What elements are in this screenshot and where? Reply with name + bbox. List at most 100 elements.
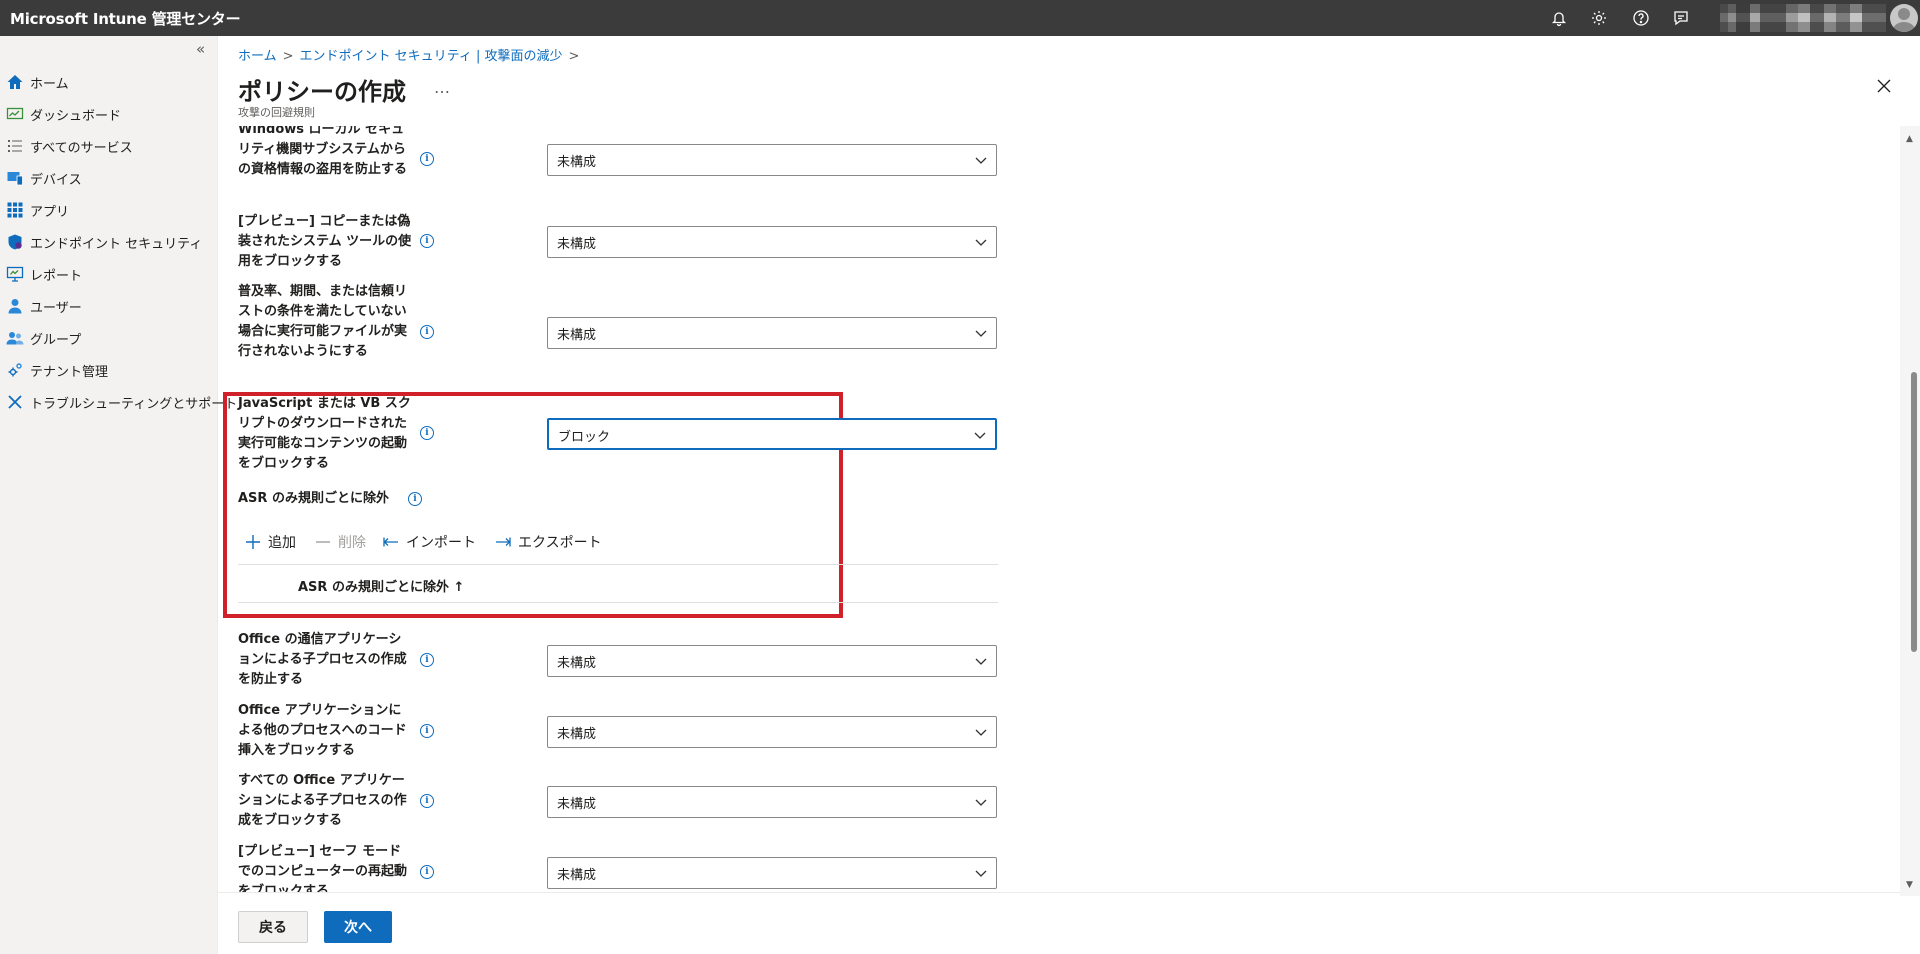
setting-dropdown[interactable]: 未構成 <box>547 786 997 818</box>
sidebar-item-label: ダッシュボード <box>30 108 122 124</box>
table-divider <box>238 564 998 565</box>
setting-dropdown[interactable]: 未構成 <box>547 226 997 258</box>
sidebar-item-label: レポート <box>30 268 83 284</box>
sidebar-item-label: エンドポイント セキュリティ <box>30 236 203 252</box>
gear-icon[interactable] <box>1588 7 1610 29</box>
plus-icon <box>244 533 262 551</box>
user-icon <box>6 297 24 315</box>
add-button[interactable]: 追加 <box>244 531 296 553</box>
sidebar-item-users[interactable]: ユーザー <box>0 292 218 320</box>
exclusions-column-header[interactable]: ASR のみ規則ごとに除外 ↑ <box>298 576 464 595</box>
device-icon <box>6 169 24 187</box>
minus-icon <box>314 533 332 551</box>
setting-label: [プレビュー] セーフ モードでのコンピューターの再起動をブロックする <box>238 844 408 892</box>
sidebar-item-devices[interactable]: デバイス <box>0 164 218 192</box>
vertical-scrollbar[interactable] <box>1900 126 1920 896</box>
info-icon[interactable]: i <box>420 794 434 808</box>
more-options-button[interactable]: … <box>434 78 451 97</box>
sidebar-item-label: ユーザー <box>30 300 82 316</box>
chevron-down-icon <box>974 725 988 739</box>
group-icon <box>6 329 24 347</box>
report-icon <box>6 265 24 283</box>
export-icon <box>494 533 512 551</box>
setting-dropdown[interactable]: 未構成 <box>547 317 997 349</box>
sidebar-item-endpoint-security[interactable]: エンドポイント セキュリティ <box>0 228 218 256</box>
breadcrumb-item-endpoint-security[interactable]: エンドポイント セキュリティ | 攻撃面の減少 <box>300 49 563 64</box>
bell-icon[interactable] <box>1548 7 1570 29</box>
app-title[interactable]: Microsoft Intune 管理センター <box>10 8 241 29</box>
import-button-label: インポート <box>406 535 476 551</box>
scrollbar-thumb[interactable] <box>1911 372 1917 652</box>
apps-icon <box>6 201 24 219</box>
setting-dropdown[interactable]: 未構成 <box>547 857 997 889</box>
dropdown-value: ブロック <box>558 430 611 445</box>
setting-label: Office の通信アプリケーションによる子プロセスの作成を防止する <box>238 632 407 687</box>
setting-dropdown[interactable]: 未構成 <box>547 716 997 748</box>
sidebar-item-label: テナント管理 <box>30 364 109 380</box>
feedback-icon[interactable] <box>1670 7 1692 29</box>
page-title: ポリシーの作成 <box>238 78 406 106</box>
sidebar-item-groups[interactable]: グループ <box>0 324 218 352</box>
export-button-label: エクスポート <box>518 535 602 551</box>
tenant-icon <box>6 361 24 379</box>
info-icon[interactable]: i <box>420 325 434 339</box>
sidebar-item-troubleshooting[interactable]: トラブルシューティングとサポート <box>0 388 237 416</box>
sidebar-item-reports[interactable]: レポート <box>0 260 218 288</box>
chevron-down-icon <box>974 153 988 167</box>
dropdown-value: 未構成 <box>557 237 597 252</box>
delete-button[interactable]: 削除 <box>314 531 366 553</box>
table-divider <box>238 602 998 603</box>
setting-dropdown[interactable]: 未構成 <box>547 645 997 677</box>
sidebar-item-home[interactable]: ホーム <box>0 68 218 96</box>
sidebar-item-apps[interactable]: アプリ <box>0 196 218 224</box>
setting-dropdown-active[interactable]: ブロック <box>547 418 997 450</box>
chevron-down-icon <box>974 654 988 668</box>
chevron-down-icon <box>974 866 988 880</box>
setting-label: すべての Office アプリケーションによる子プロセスの作成をブロックする <box>238 773 407 828</box>
close-icon[interactable] <box>1876 78 1896 98</box>
import-button[interactable]: インポート <box>382 531 476 553</box>
breadcrumb: ホーム > エンドポイント セキュリティ | 攻撃面の減少 > <box>238 45 585 64</box>
info-icon[interactable]: i <box>420 234 434 248</box>
top-bar: Microsoft Intune 管理センター <box>0 0 1920 36</box>
next-button[interactable]: 次へ <box>324 911 392 943</box>
breadcrumb-item-home[interactable]: ホーム <box>238 49 277 64</box>
scroll-up-icon[interactable]: ▲ <box>1906 134 1913 144</box>
add-button-label: 追加 <box>268 535 296 551</box>
chevron-down-icon <box>974 795 988 809</box>
sidebar-item-dashboard[interactable]: ダッシュボード <box>0 100 218 128</box>
info-icon[interactable]: i <box>420 865 434 879</box>
setting-dropdown[interactable]: 未構成 <box>547 144 997 176</box>
sidebar-item-tenant-admin[interactable]: テナント管理 <box>0 356 218 384</box>
export-button[interactable]: エクスポート <box>494 531 602 553</box>
setting-label: [プレビュー] コピーまたは偽装されたシステム ツールの使用をブロックする <box>238 214 412 269</box>
info-icon[interactable]: i <box>408 492 422 506</box>
back-button[interactable]: 戻る <box>238 911 308 943</box>
import-icon <box>382 533 400 551</box>
info-icon[interactable]: i <box>420 724 434 738</box>
avatar[interactable] <box>1890 4 1918 32</box>
chevron-down-icon <box>973 428 987 442</box>
sidebar: « ホーム ダッシュボード すべてのサービス デバイス アプリ エンドポイント … <box>0 36 237 954</box>
settings-panel: Windows ローカル セキュリティ機関サブシステムからの資格情報の盗用を防止… <box>218 126 1900 892</box>
dropdown-value: 未構成 <box>557 155 597 170</box>
sidebar-item-label: デバイス <box>30 172 82 188</box>
help-icon[interactable] <box>1630 7 1652 29</box>
sidebar-item-label: すべてのサービス <box>30 140 133 156</box>
sidebar-item-all-services[interactable]: すべてのサービス <box>0 132 218 160</box>
sidebar-item-label: アプリ <box>30 204 70 220</box>
dropdown-value: 未構成 <box>557 727 597 742</box>
collapse-sidebar-button[interactable]: « <box>196 40 205 58</box>
info-icon[interactable]: i <box>420 152 434 166</box>
account-info[interactable] <box>1720 4 1886 32</box>
info-icon[interactable]: i <box>420 426 434 440</box>
info-icon[interactable]: i <box>420 653 434 667</box>
dropdown-value: 未構成 <box>557 656 597 671</box>
scroll-down-icon[interactable]: ▼ <box>1906 880 1913 890</box>
setting-label: Windows ローカル セキュリティ機関サブシステムからの資格情報の盗用を防止… <box>238 126 408 177</box>
dropdown-value: 未構成 <box>557 328 597 343</box>
dropdown-value: 未構成 <box>557 797 597 812</box>
delete-button-label: 削除 <box>338 535 366 551</box>
sidebar-item-label: グループ <box>30 332 82 348</box>
breadcrumb-separator: > <box>568 49 580 64</box>
